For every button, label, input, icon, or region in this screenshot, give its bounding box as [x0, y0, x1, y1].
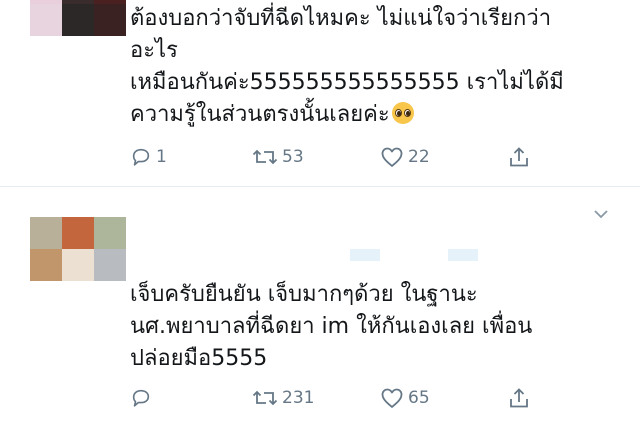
share-button[interactable] — [508, 142, 530, 172]
reply-icon — [132, 148, 150, 166]
tweet-text: เจ็บครับยืนยัน เจ็บมากๆด้วย ในฐานะ นศ.พย… — [130, 279, 620, 375]
tweet-2[interactable]: เจ็บครับยืนยัน เจ็บมากๆด้วย ในฐานะ นศ.พย… — [0, 187, 640, 430]
tweet-text-line: ความรู้ในส่วนตรงนั้นเลยค่ะ — [130, 102, 390, 127]
tweet-text-line-with-emoji: ความรู้ในส่วนตรงนั้นเลยค่ะ — [130, 99, 620, 131]
more-options-button[interactable] — [590, 203, 612, 225]
retweet-icon — [252, 149, 278, 165]
reply-button[interactable] — [130, 383, 156, 413]
tweet-text-line: ต้องบอกว่าจับที่ฉีดไหมคะ ไม่แน่ใจว่าเรีย… — [130, 6, 552, 31]
share-icon — [510, 147, 528, 167]
like-count: 22 — [408, 147, 430, 167]
blurred-image-fragment — [448, 249, 478, 261]
tweet-actions: 231 65 — [130, 383, 550, 413]
avatar[interactable] — [30, 0, 126, 36]
tweet-1[interactable]: ต้องบอกว่าจับที่ฉีดไหมคะ ไม่แน่ใจว่าเรีย… — [0, 0, 640, 186]
reply-count: 1 — [156, 147, 167, 167]
heart-icon — [381, 388, 403, 408]
tweet-text-line: นศ.พยาบาลที่ฉีดยา im ให้กันเองเลย เพื่อน — [130, 314, 533, 339]
like-button[interactable]: 65 — [380, 383, 430, 413]
retweet-count: 231 — [282, 388, 315, 408]
tweet-text-line: ปล่อยมือ5555 — [130, 346, 268, 371]
retweet-icon — [252, 390, 278, 406]
share-icon — [510, 388, 528, 408]
blurred-image-fragment — [350, 249, 380, 261]
retweet-count: 53 — [282, 147, 304, 167]
like-count: 65 — [408, 388, 430, 408]
reply-icon — [132, 389, 150, 407]
retweet-button[interactable]: 231 — [252, 383, 314, 413]
tweet-text: ต้องบอกว่าจับที่ฉีดไหมคะ ไม่แน่ใจว่าเรีย… — [130, 3, 620, 131]
tweet-text-line: เหมือนกันค่ะ555555555555555 เราไม่ได้มี — [130, 70, 564, 95]
chevron-down-icon — [594, 210, 608, 219]
pleading-face-emoji-icon — [391, 102, 414, 124]
reply-button[interactable]: 1 — [130, 142, 167, 172]
heart-icon — [381, 147, 403, 167]
tweet-thread: ต้องบอกว่าจับที่ฉีดไหมคะ ไม่แน่ใจว่าเรีย… — [0, 0, 640, 430]
tweet-text-line: เจ็บครับยืนยัน เจ็บมากๆด้วย ในฐานะ — [130, 282, 478, 307]
tweet-actions: 1 53 22 — [130, 142, 550, 172]
like-button[interactable]: 22 — [380, 142, 430, 172]
retweet-button[interactable]: 53 — [252, 142, 304, 172]
share-button[interactable] — [508, 383, 530, 413]
avatar[interactable] — [30, 217, 126, 281]
tweet-text-line: อะไร — [130, 38, 178, 63]
